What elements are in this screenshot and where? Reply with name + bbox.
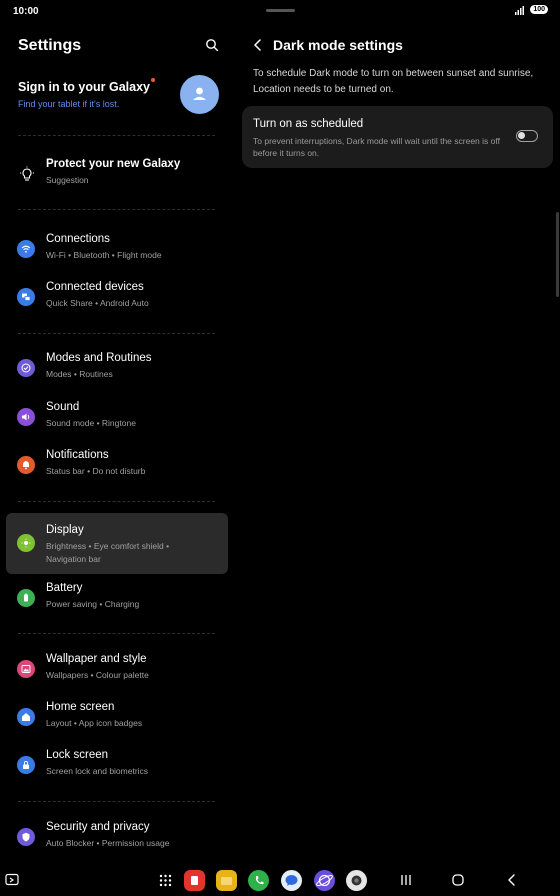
divider bbox=[18, 633, 215, 634]
back-icon[interactable] bbox=[252, 38, 264, 52]
back-button-icon[interactable] bbox=[504, 872, 520, 888]
drag-handle[interactable] bbox=[266, 9, 295, 12]
status-time: 10:00 bbox=[13, 6, 39, 17]
item-subtitle: Layout • App icon badges bbox=[46, 718, 143, 728]
divider bbox=[18, 501, 215, 502]
camera-icon[interactable] bbox=[346, 870, 367, 891]
settings-item-modes-routines[interactable]: Modes and Routines Modes • Routines bbox=[6, 346, 228, 390]
suggestion-item[interactable]: Protect your new Galaxy Suggestion bbox=[6, 152, 228, 196]
schedule-option-card[interactable]: Turn on as scheduled To prevent interrup… bbox=[242, 106, 553, 168]
settings-item-notifications[interactable]: Notifications Status bar • Do not distur… bbox=[6, 443, 228, 487]
item-title: Lock screen bbox=[46, 749, 109, 761]
apps-grid-icon[interactable] bbox=[159, 874, 172, 887]
item-subtitle: Auto Blocker • Permission usage bbox=[46, 838, 170, 848]
item-subtitle: Wi-Fi • Bluetooth • Flight mode bbox=[46, 250, 162, 260]
item-subtitle: Power saving • Charging bbox=[46, 599, 140, 609]
item-subtitle: Quick Share • Android Auto bbox=[46, 298, 149, 308]
settings-item-battery[interactable]: Battery Power saving • Charging bbox=[6, 576, 228, 620]
schedule-option-subtitle: To prevent interruptions, Dark mode will… bbox=[253, 136, 500, 158]
phone-icon[interactable] bbox=[248, 870, 269, 891]
person-icon bbox=[193, 87, 206, 100]
devices-icon bbox=[17, 288, 35, 306]
internet-icon[interactable] bbox=[314, 870, 335, 891]
item-title: Battery bbox=[46, 582, 83, 594]
item-subtitle: Wallpapers • Colour palette bbox=[46, 670, 149, 680]
item-title: Connected devices bbox=[46, 281, 144, 293]
suggestion-title: Protect your new Galaxy bbox=[46, 158, 181, 170]
search-icon[interactable] bbox=[205, 38, 219, 52]
image-icon bbox=[17, 660, 35, 678]
taskbar bbox=[0, 862, 560, 896]
settings-item-wallpaper[interactable]: Wallpaper and style Wallpapers • Colour … bbox=[6, 647, 228, 691]
detail-title: Dark mode settings bbox=[273, 37, 403, 53]
item-subtitle: Sound mode • Ringtone bbox=[46, 418, 136, 428]
page-title: Settings bbox=[18, 37, 82, 54]
divider bbox=[18, 333, 215, 334]
scrollbar[interactable] bbox=[556, 212, 559, 297]
settings-item-lock-screen[interactable]: Lock screen Screen lock and biometrics bbox=[6, 743, 228, 787]
account-title[interactable]: Sign in to your Galaxy bbox=[18, 80, 150, 94]
messages-icon[interactable] bbox=[281, 870, 302, 891]
divider bbox=[18, 209, 215, 210]
home-icon bbox=[17, 708, 35, 726]
settings-item-connections[interactable]: Connections Wi-Fi • Bluetooth • Flight m… bbox=[6, 227, 228, 271]
suggestion-subtitle: Suggestion bbox=[46, 175, 89, 185]
item-subtitle: Modes • Routines bbox=[46, 369, 113, 379]
item-title: Wallpaper and style bbox=[46, 653, 147, 665]
dark-mode-pane: Dark mode settings To schedule Dark mode… bbox=[242, 22, 560, 852]
item-title: Sound bbox=[46, 401, 80, 413]
shield-icon bbox=[17, 828, 35, 846]
item-title: Home screen bbox=[46, 701, 115, 713]
wifi-icon bbox=[17, 240, 35, 258]
notification-dot bbox=[151, 78, 155, 82]
item-title: Modes and Routines bbox=[46, 352, 152, 364]
item-title: Security and privacy bbox=[46, 821, 150, 833]
home-button-icon[interactable] bbox=[450, 872, 466, 888]
lightbulb-icon bbox=[20, 166, 34, 181]
settings-item-security-privacy[interactable]: Security and privacy Auto Blocker • Perm… bbox=[6, 815, 228, 859]
lock-icon bbox=[17, 756, 35, 774]
item-subtitle: Status bar • Do not disturb bbox=[46, 466, 146, 476]
item-title: Display bbox=[46, 524, 84, 536]
recents-button-icon[interactable] bbox=[398, 872, 414, 888]
item-subtitle: Brightness • Eye comfort shield • bbox=[46, 541, 170, 551]
item-title: Connections bbox=[46, 233, 110, 245]
settings-item-display[interactable]: Display Brightness • Eye comfort shield … bbox=[6, 513, 228, 574]
sun-icon bbox=[17, 534, 35, 552]
divider bbox=[18, 801, 215, 802]
divider bbox=[18, 135, 215, 136]
bell-icon bbox=[17, 456, 35, 474]
schedule-toggle[interactable] bbox=[516, 130, 538, 142]
item-subtitle-2: Navigation bar bbox=[46, 554, 101, 564]
account-subtitle[interactable]: Find your tablet if it's lost. bbox=[18, 99, 119, 109]
settings-item-sound[interactable]: Sound Sound mode • Ringtone bbox=[6, 395, 228, 439]
status-bar: 10:00 100 bbox=[0, 0, 560, 22]
item-subtitle: Screen lock and biometrics bbox=[46, 766, 149, 776]
item-title: Notifications bbox=[46, 449, 109, 461]
screen-recorder-icon[interactable] bbox=[5, 873, 19, 887]
schedule-option-title: Turn on as scheduled bbox=[253, 118, 364, 130]
battery-icon bbox=[17, 589, 35, 607]
settings-item-home-screen[interactable]: Home screen Layout • App icon badges bbox=[6, 695, 228, 739]
location-info-text: To schedule Dark mode to turn on between… bbox=[253, 68, 534, 95]
battery-indicator: 100 bbox=[530, 5, 548, 14]
signal-icon bbox=[515, 6, 524, 15]
red-app-icon[interactable] bbox=[184, 870, 205, 891]
check-circle-icon bbox=[17, 359, 35, 377]
speaker-icon bbox=[17, 408, 35, 426]
settings-item-connected-devices[interactable]: Connected devices Quick Share • Android … bbox=[6, 275, 228, 319]
avatar[interactable] bbox=[180, 75, 219, 114]
toggle-knob bbox=[518, 132, 525, 139]
notes-icon[interactable] bbox=[216, 870, 237, 891]
